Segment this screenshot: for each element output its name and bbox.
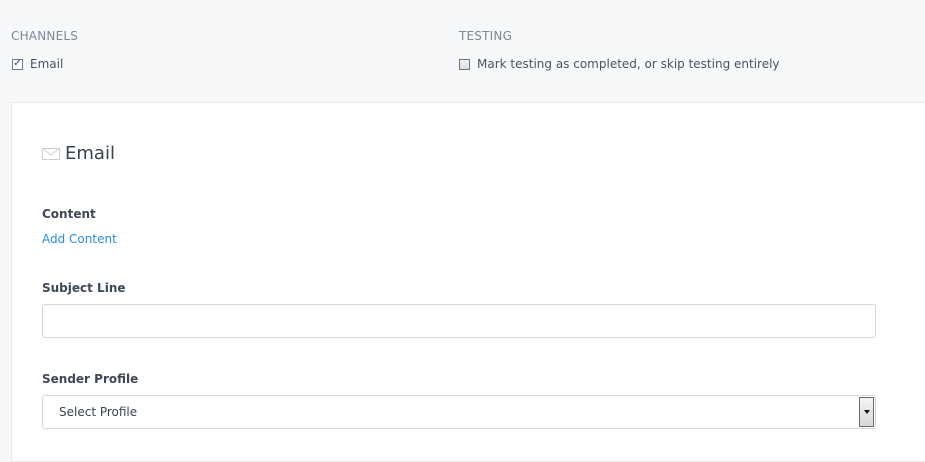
- skip-testing-checkbox-row[interactable]: Mark testing as completed, or skip testi…: [459, 57, 780, 71]
- content-label: Content: [42, 207, 96, 221]
- envelope-icon: [42, 147, 60, 160]
- subject-line-label: Subject Line: [42, 281, 126, 295]
- email-panel: Email Content Add Content Subject Line S…: [11, 102, 925, 462]
- email-channel-label: Email: [30, 57, 64, 71]
- sender-profile-selected-value: Select Profile: [59, 405, 138, 419]
- sender-profile-select[interactable]: Select Profile: [42, 395, 876, 429]
- email-channel-checkbox[interactable]: ✓: [12, 58, 23, 70]
- skip-testing-checkbox[interactable]: [459, 58, 470, 70]
- chevron-down-icon: [863, 410, 870, 414]
- dropdown-arrow-button[interactable]: [859, 397, 874, 427]
- subject-line-input[interactable]: [42, 304, 876, 338]
- add-content-link[interactable]: Add Content: [42, 232, 117, 246]
- email-heading: Email: [42, 143, 115, 164]
- email-channel-checkbox-row[interactable]: ✓ Email: [12, 57, 63, 71]
- checkmark-icon: ✓: [13, 58, 22, 69]
- channels-label: CHANNELS: [11, 29, 79, 43]
- email-title: Email: [65, 143, 115, 164]
- sender-profile-label: Sender Profile: [42, 372, 139, 386]
- testing-label: TESTING: [459, 29, 513, 43]
- skip-testing-label: Mark testing as completed, or skip testi…: [477, 57, 780, 71]
